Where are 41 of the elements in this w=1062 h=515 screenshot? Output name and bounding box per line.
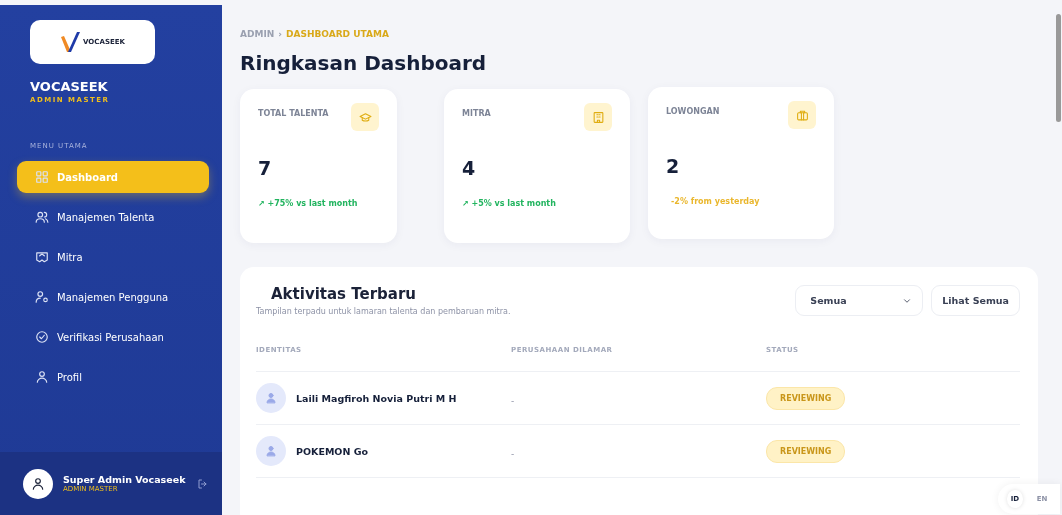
filter-dropdown[interactable]: Semua xyxy=(795,285,924,316)
stat-label: MITRA xyxy=(462,109,491,118)
table-cell: POKEMON Go xyxy=(296,445,368,457)
stat-trend: ↗ +5% vs last month xyxy=(462,199,557,208)
section-title: Aktivitas Terbaru xyxy=(271,285,417,303)
grid-icon xyxy=(35,170,49,184)
brand-name: VOCASEEK xyxy=(30,79,109,94)
breadcrumb-separator: › xyxy=(278,29,282,39)
section-subtitle: Tampilan terpadu untuk lamaran talenta dan pembaruan mitra. xyxy=(256,307,511,316)
check-circle-icon xyxy=(35,330,49,344)
graduation-cap-icon xyxy=(358,110,372,124)
stat-trend: ↗ +75% vs last month xyxy=(258,199,359,208)
stat-value: 7 xyxy=(258,157,273,179)
user-icon xyxy=(31,476,45,491)
stat-value: 2 xyxy=(666,155,681,177)
table-cell: Laili Magfiroh Novia Putri M H xyxy=(296,392,457,404)
table-cell: - xyxy=(511,448,515,459)
table-cell: - xyxy=(511,395,515,406)
stat-value: 4 xyxy=(462,157,477,179)
stat-label: TOTAL TALENTA xyxy=(258,109,329,118)
sidebar-item[interactable]: Profil xyxy=(17,361,209,393)
user-settings-icon xyxy=(35,290,49,304)
stat-trend: -2% from yesterday xyxy=(670,197,761,206)
stat-label: LOWONGAN xyxy=(666,107,720,116)
user-name: Super Admin Vocaseek xyxy=(63,474,186,485)
user-icon xyxy=(35,370,49,384)
page-title: Ringkasan Dashboard xyxy=(240,51,488,75)
status-badge: REVIEWING xyxy=(766,440,846,463)
sidebar-item[interactable]: Manajemen Talenta xyxy=(17,201,209,233)
building-icon xyxy=(591,110,605,124)
sidebar-item[interactable]: Manajemen Pengguna xyxy=(17,281,209,313)
scrollbar[interactable] xyxy=(1056,14,1061,122)
status-badge: REVIEWING xyxy=(766,387,846,410)
users-icon xyxy=(35,210,49,224)
briefcase-icon xyxy=(795,108,809,122)
person-icon xyxy=(265,445,277,457)
person-icon xyxy=(265,392,277,404)
view-all-button[interactable]: Lihat Semua xyxy=(931,285,1020,316)
logo-icon xyxy=(60,31,81,53)
sidebar-item[interactable]: Verifikasi Perusahaan xyxy=(17,321,209,353)
sidebar-item[interactable]: Mitra xyxy=(17,241,209,273)
